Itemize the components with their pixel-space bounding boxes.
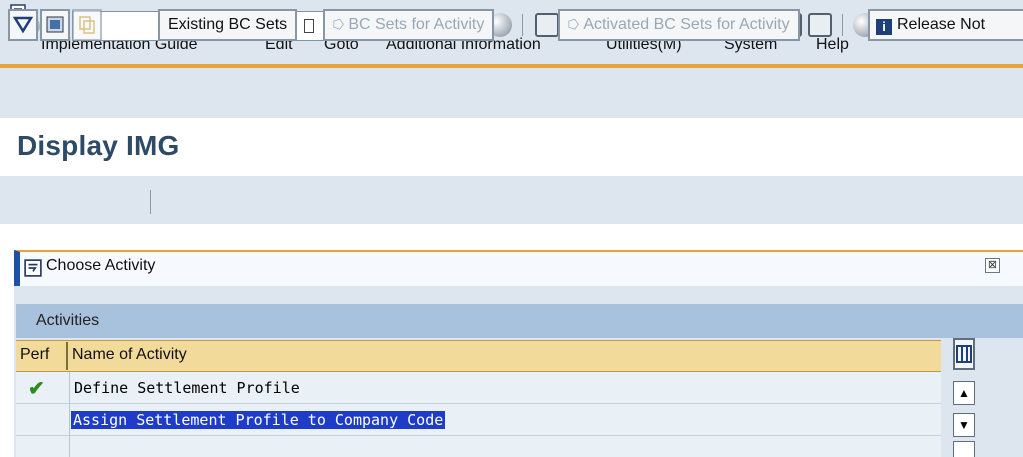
close-icon[interactable]: ⊠ xyxy=(985,258,1000,273)
activated-bc-sets-label: Activated BC Sets for Activity xyxy=(583,16,790,33)
grid-title-bar xyxy=(16,304,1023,338)
column-resize-handle[interactable] xyxy=(66,342,68,370)
activity-name-selected[interactable]: Assign Settlement Profile to Company Cod… xyxy=(71,411,446,429)
command-toolbar xyxy=(0,64,1023,118)
toolbar-separator xyxy=(150,190,151,214)
toolbar-separator xyxy=(522,14,523,36)
column-header-perf[interactable]: Perf xyxy=(20,346,49,364)
popup-menu-icon[interactable] xyxy=(24,259,42,277)
copy-button[interactable] xyxy=(72,9,102,41)
toolbar-separator xyxy=(842,14,843,36)
print-icon[interactable] xyxy=(535,13,559,37)
page-title: Display IMG xyxy=(17,130,180,161)
scroll-down-button[interactable]: ▼ xyxy=(953,413,975,437)
scroll-up-button[interactable]: ▲ xyxy=(953,381,975,405)
release-notes-label: Release Not xyxy=(897,16,986,33)
application-toolbar xyxy=(0,176,1023,224)
bc-set-icon: ⭔ xyxy=(333,17,345,32)
checkmark-icon: ✔ xyxy=(28,378,45,400)
activated-bc-sets-button[interactable]: ⭔ Activated BC Sets for Activity xyxy=(558,9,800,41)
shortcut-icon[interactable] xyxy=(808,13,832,37)
column-header-name[interactable]: Name of Activity xyxy=(72,346,187,364)
bc-sets-for-activity-label: BC Sets for Activity xyxy=(348,16,485,33)
menu-help[interactable]: Help xyxy=(816,36,849,54)
scrollbar-track[interactable] xyxy=(953,441,975,457)
command-history-dropdown[interactable] xyxy=(304,19,314,33)
document-icon xyxy=(46,16,64,33)
popup-header xyxy=(14,250,1023,286)
activity-name[interactable]: Define Settlement Profile xyxy=(74,379,300,397)
bc-set-icon: ⭔ xyxy=(568,17,580,32)
table-row[interactable] xyxy=(16,436,941,457)
perf-cell xyxy=(16,404,70,436)
docs-button[interactable] xyxy=(40,9,70,41)
info-icon: i xyxy=(876,19,892,35)
existing-bc-sets-button[interactable]: Existing BC Sets xyxy=(158,9,298,41)
filter-icon xyxy=(12,16,34,34)
perf-cell xyxy=(16,436,70,457)
copy-icon xyxy=(79,16,95,34)
popup-title: Choose Activity xyxy=(46,257,156,274)
bc-sets-for-activity-button[interactable]: ⭔ BC Sets for Activity xyxy=(323,9,495,41)
column-settings-button[interactable] xyxy=(953,338,975,370)
filter-button[interactable] xyxy=(8,9,38,41)
release-notes-button[interactable]: i Release Not xyxy=(868,9,1023,41)
grid-title: Activities xyxy=(36,312,100,329)
table-settings-icon xyxy=(956,345,972,363)
